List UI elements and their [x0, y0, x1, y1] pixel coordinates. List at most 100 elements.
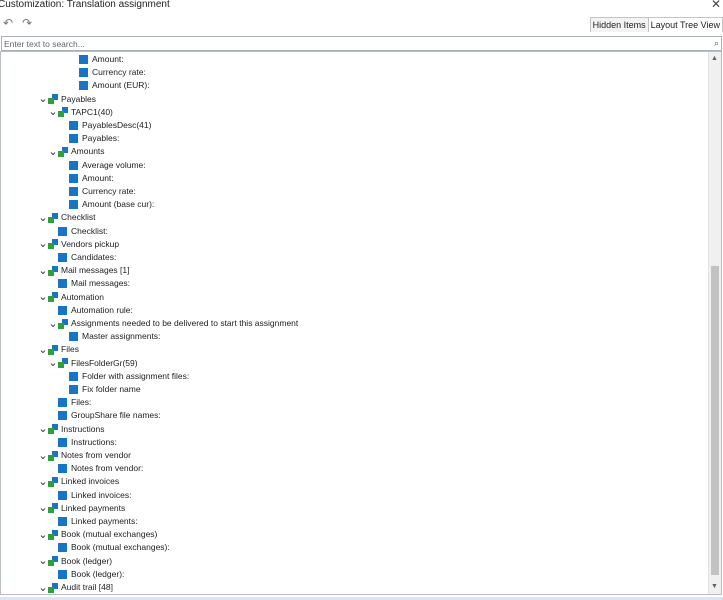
tree-node-label: Notes from vendor: [71, 463, 144, 474]
tree-node-label: Currency rate: [82, 186, 136, 196]
tree-node[interactable]: Payables: [59, 132, 119, 145]
chevron-down-icon[interactable]: ⌄ [38, 94, 48, 105]
tree-node[interactable]: ⌄ Book (mutual exchanges) [38, 528, 157, 541]
tree-node[interactable]: Linked payments: [48, 515, 138, 528]
tree-node-label: Amount: [92, 54, 124, 64]
chevron-down-icon[interactable]: ⌄ [38, 292, 48, 303]
search-input[interactable] [4, 37, 694, 50]
tree-node-label: Automation rule: [71, 304, 133, 315]
tree-node[interactable]: Amount (EUR): [69, 79, 150, 92]
tree-node[interactable]: Master assignments: [59, 330, 160, 343]
tree-node[interactable]: ⌄ Assignments needed to be delivered to s… [48, 317, 298, 330]
tree-node-label: Average volume: [82, 159, 146, 170]
field-icon [58, 411, 67, 421]
chevron-down-icon[interactable]: ⌄ [38, 476, 48, 487]
close-icon[interactable]: ✕ [711, 0, 721, 11]
tree-node[interactable]: ⌄ FilesFolderGr(59) [48, 357, 137, 370]
tree-node[interactable]: ⌄ Book (ledger) [38, 555, 112, 568]
tree-node-label: Book (mutual exchanges): [71, 542, 170, 553]
group-icon [48, 94, 58, 105]
field-icon [69, 200, 78, 210]
tree-node[interactable]: ⌄ Linked payments [38, 502, 125, 515]
chevron-down-icon[interactable]: ⌄ [48, 146, 58, 157]
field-icon [58, 437, 67, 447]
tree-node[interactable]: ⌄ Notes from vendor [38, 449, 131, 462]
layout-tree-panel: Amount: Currency rate: Amount (EUR): ⌄ Payab… [0, 51, 722, 595]
tree-node[interactable]: ⌄ Mail messages [1] [38, 264, 129, 277]
chevron-down-icon[interactable]: ⌄ [38, 265, 48, 276]
tree-node[interactable]: ⌄ Checklist [38, 211, 95, 224]
scroll-up-icon[interactable]: ▲ [711, 54, 718, 64]
tree-node[interactable]: Automation rule: [48, 304, 133, 317]
chevron-down-icon[interactable]: ⌄ [38, 212, 48, 223]
scrollbar-thumb[interactable] [711, 266, 719, 575]
tree-node[interactable]: Average volume: [59, 159, 146, 172]
tree-node[interactable]: Instructions: [48, 436, 117, 449]
chevron-down-icon[interactable]: ⌄ [48, 358, 58, 369]
tree-node[interactable]: Fix folder name [59, 383, 141, 396]
field-icon [58, 490, 67, 500]
chevron-down-icon[interactable]: ⌄ [48, 318, 58, 329]
chevron-down-icon[interactable]: ⌄ [38, 503, 48, 514]
chevron-down-icon[interactable]: ⌄ [38, 556, 48, 567]
tree-node[interactable]: Amount (base cur): [59, 198, 154, 211]
group-icon [48, 424, 58, 435]
tree-node[interactable]: Checklist: [48, 225, 108, 238]
field-icon [79, 81, 88, 91]
group-icon [48, 344, 58, 355]
tree-node-label: GroupShare file names: [71, 410, 161, 421]
tree-node-label: TAPC1(40) [71, 106, 113, 117]
chevron-down-icon[interactable]: ⌄ [38, 239, 48, 250]
field-icon [69, 134, 78, 144]
search-icon[interactable]: ⌕ [714, 37, 719, 50]
tree-node[interactable]: Amount: [69, 53, 124, 66]
chevron-down-icon[interactable]: ⌄ [38, 450, 48, 461]
chevron-down-icon[interactable]: ⌄ [38, 529, 48, 540]
group-icon [48, 239, 58, 250]
group-icon [48, 212, 58, 223]
chevron-down-icon[interactable]: ⌄ [48, 107, 58, 118]
tab-layout-tree-view[interactable]: Layout Tree View [648, 17, 723, 32]
tree-node[interactable]: Files: [48, 396, 91, 409]
tree-node[interactable]: ⌄ TAPC1(40) [48, 106, 113, 119]
tree-node[interactable]: Candidates: [48, 251, 116, 264]
tree-node[interactable]: ⌄ Amounts [48, 145, 104, 158]
tree-node[interactable]: ⌄ Instructions [38, 423, 104, 436]
tab-hidden-items[interactable]: Hidden Items [589, 17, 649, 32]
tree-node[interactable]: ⌄ Audit trail [48] [38, 581, 113, 594]
field-icon [69, 385, 78, 394]
tree-node[interactable]: Mail messages: [48, 277, 130, 290]
vertical-scrollbar[interactable]: ▲ ▼ [708, 52, 721, 594]
chevron-down-icon[interactable]: ⌄ [38, 424, 48, 435]
chevron-down-icon[interactable]: ⌄ [38, 344, 48, 355]
tree-node[interactable]: ⌄ Linked invoices [38, 475, 119, 488]
tree-node[interactable]: Linked invoices: [48, 489, 131, 502]
tree-node-label: Amount: [82, 172, 114, 183]
tree-node[interactable]: ⌄ Files [38, 343, 79, 356]
chevron-down-icon[interactable]: ⌄ [38, 582, 48, 593]
search-box: ⌕ [1, 36, 722, 51]
tree-node-label: Files: [71, 397, 92, 408]
redo-icon[interactable]: ↷ [22, 16, 32, 30]
tree-node[interactable]: Currency rate: [59, 185, 136, 198]
tree-node-label: Master assignments: [82, 331, 161, 342]
group-icon [48, 582, 58, 593]
tree-node[interactable]: Folder with assignment files: [59, 370, 189, 383]
tree-node-label: Checklist: [71, 225, 108, 236]
field-icon [58, 517, 67, 526]
tree-node-label: Payables [61, 93, 96, 104]
tree-node[interactable]: Notes from vendor: [48, 462, 143, 475]
tree-node-label: Instructions: [71, 436, 117, 447]
tree-node[interactable]: ⌄ Vendors pickup [38, 238, 119, 251]
scroll-down-icon[interactable]: ▼ [711, 582, 718, 592]
tree-node[interactable]: Book (mutual exchanges): [48, 541, 170, 554]
tree-node[interactable]: ⌄ Automation [38, 291, 104, 304]
field-icon [69, 371, 78, 381]
tree-node[interactable]: Book (ledger): [48, 568, 124, 581]
tree-node[interactable]: GroupShare file names: [48, 409, 161, 422]
undo-icon[interactable]: ↶ [3, 16, 13, 30]
tree-node[interactable]: PayablesDesc(41) [59, 119, 151, 132]
tree-node[interactable]: Currency rate: [69, 66, 146, 79]
tree-node[interactable]: ⌄ Payables [38, 93, 96, 106]
tree-node[interactable]: Amount: [59, 172, 114, 185]
